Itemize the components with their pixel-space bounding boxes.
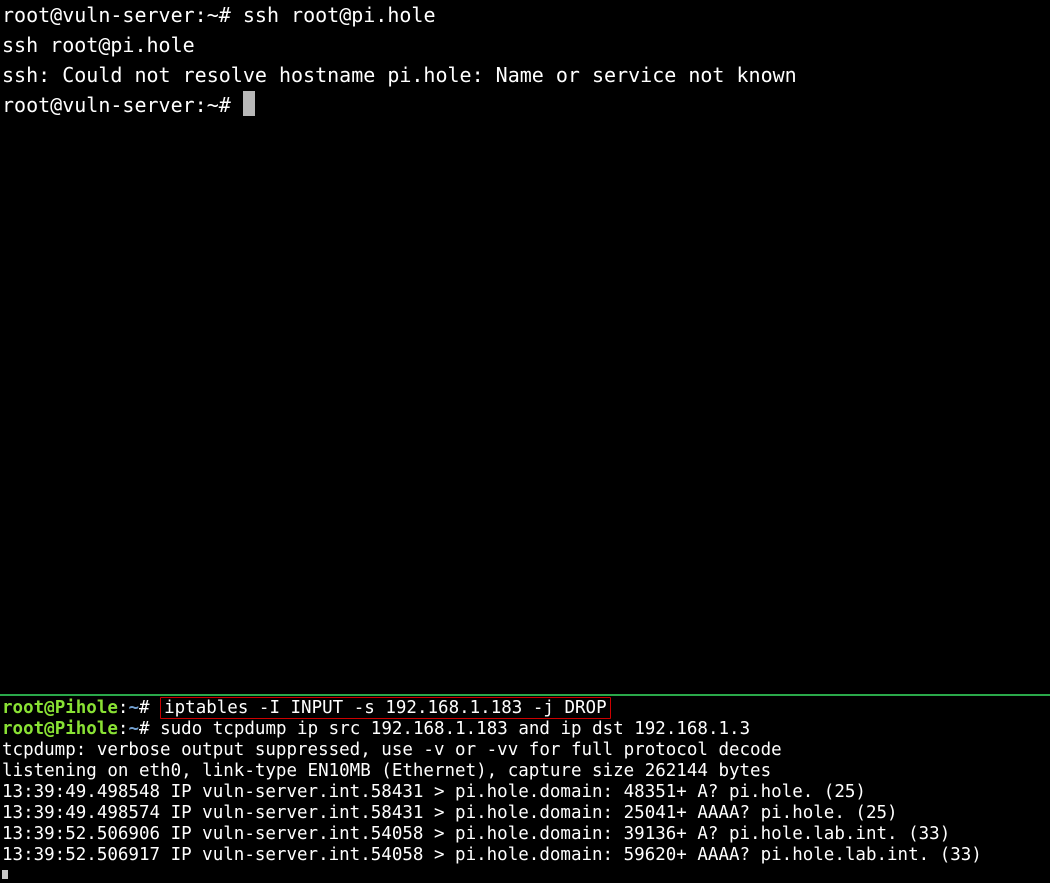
prompt-hash: #	[219, 93, 243, 117]
prompt-user: root	[2, 3, 50, 27]
prompt-colon: :	[118, 698, 129, 718]
output-line: ssh root@pi.hole	[2, 30, 1048, 60]
prompt-user: root	[2, 698, 44, 718]
terminal-pane-top[interactable]: root@vuln-server:~# ssh root@pi.holessh …	[0, 0, 1050, 696]
cursor-row	[2, 866, 1048, 879]
command-highlighted: iptables -I INPUT -s 192.168.1.183 -j DR…	[160, 697, 611, 719]
prompt-user: root	[2, 93, 50, 117]
output-line: ssh: Could not resolve hostname pi.hole:…	[2, 60, 1048, 90]
prompt-path: ~	[207, 93, 219, 117]
command-input[interactable]: sudo tcpdump ip src 192.168.1.183 and ip…	[160, 719, 750, 739]
prompt-hash: #	[139, 719, 160, 739]
cursor-block-icon	[243, 91, 255, 116]
command-input[interactable]: ssh root@pi.hole	[243, 3, 436, 27]
output-line: 13:39:49.498574 IP vuln-server.int.58431…	[2, 803, 1048, 824]
output-line: 13:39:49.498548 IP vuln-server.int.58431…	[2, 782, 1048, 803]
output-line: 13:39:52.506906 IP vuln-server.int.54058…	[2, 824, 1048, 845]
prompt-line: root@vuln-server:~#	[2, 90, 1048, 120]
prompt-hash: #	[219, 3, 243, 27]
prompt-at: @	[50, 3, 62, 27]
output-line: listening on eth0, link-type EN10MB (Eth…	[2, 761, 1048, 782]
prompt-host: vuln-server	[62, 93, 194, 117]
prompt-path: ~	[128, 719, 139, 739]
cursor-block-icon	[2, 870, 8, 879]
prompt-line: root@Pihole:~# sudo tcpdump ip src 192.1…	[2, 719, 1048, 740]
prompt-at: @	[44, 698, 55, 718]
prompt-line: root@vuln-server:~# ssh root@pi.hole	[2, 0, 1048, 30]
prompt-user: root	[2, 719, 44, 739]
prompt-hash: #	[139, 698, 160, 718]
prompt-host: vuln-server	[62, 3, 194, 27]
prompt-colon: :	[195, 93, 207, 117]
output-line: tcpdump: verbose output suppressed, use …	[2, 740, 1048, 761]
prompt-at: @	[50, 93, 62, 117]
prompt-host: Pihole	[55, 719, 118, 739]
prompt-colon: :	[118, 719, 129, 739]
prompt-host: Pihole	[55, 698, 118, 718]
prompt-path: ~	[207, 3, 219, 27]
prompt-path: ~	[128, 698, 139, 718]
prompt-line: root@Pihole:~# iptables -I INPUT -s 192.…	[2, 698, 1048, 719]
prompt-colon: :	[195, 3, 207, 27]
output-line: 13:39:52.506917 IP vuln-server.int.54058…	[2, 845, 1048, 866]
terminal-pane-bottom[interactable]: root@Pihole:~# iptables -I INPUT -s 192.…	[0, 696, 1050, 879]
prompt-at: @	[44, 719, 55, 739]
